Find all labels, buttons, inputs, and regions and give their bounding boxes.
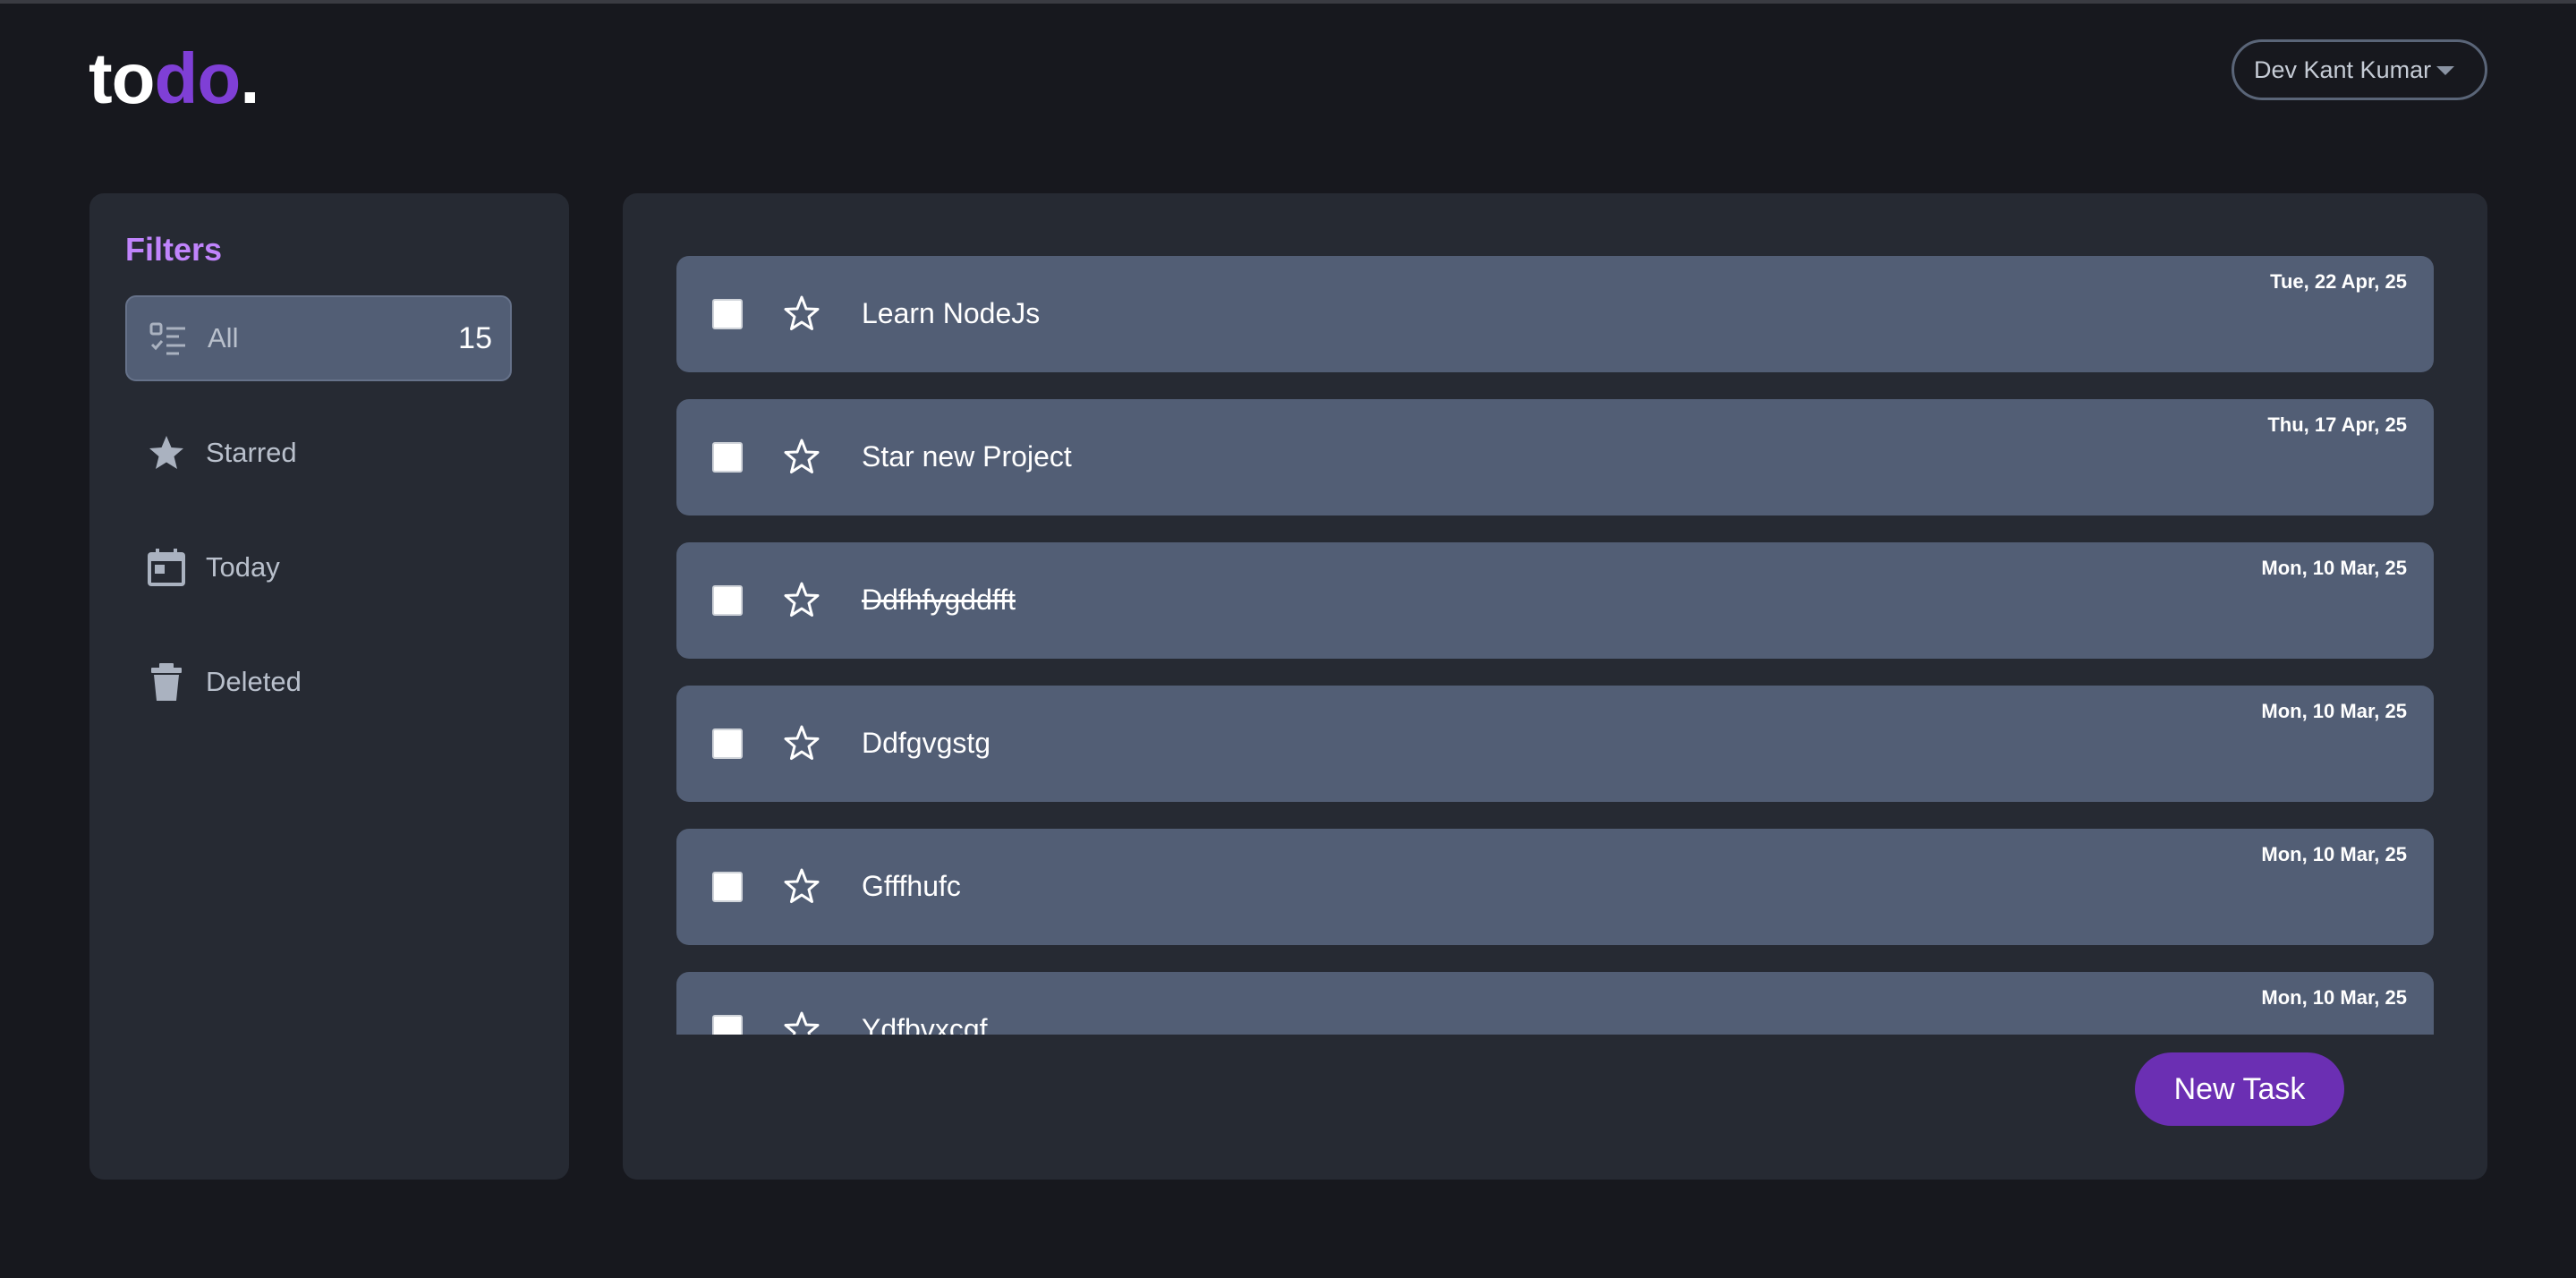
task-date: Thu, 17 Apr, 25 — [2267, 413, 2407, 436]
star-outline-icon[interactable] — [782, 294, 821, 333]
star-outline-icon[interactable] — [782, 723, 821, 763]
task-item[interactable]: Learn NodeJs Tue, 22 Apr, 25 — [676, 256, 2434, 372]
filter-all[interactable]: All 15 — [125, 295, 512, 381]
task-title: Ydfbvxcgf — [862, 1013, 988, 1035]
logo-text-do: do — [154, 38, 242, 118]
star-outline-icon[interactable] — [782, 866, 821, 906]
tasks-panel: Learn NodeJs Tue, 22 Apr, 25 Star new Pr… — [623, 193, 2487, 1180]
task-title: Star new Project — [862, 440, 1072, 473]
task-date: Mon, 10 Mar, 25 — [2261, 700, 2407, 722]
filter-all-label: All — [208, 322, 239, 354]
filter-deleted-label: Deleted — [206, 666, 302, 697]
user-name: Dev Kant Kumar — [2254, 55, 2432, 83]
task-date: Tue, 22 Apr, 25 — [2270, 270, 2407, 293]
filter-deleted[interactable]: Deleted — [125, 639, 512, 725]
user-menu-dropdown[interactable]: Dev Kant Kumar — [2232, 39, 2487, 100]
filter-starred[interactable]: Starred — [125, 410, 512, 496]
task-title: Gfffhufc — [862, 870, 961, 902]
task-item[interactable]: Star new Project Thu, 17 Apr, 25 — [676, 399, 2434, 515]
star-outline-icon[interactable] — [782, 580, 821, 619]
chevron-down-icon — [2436, 66, 2454, 75]
filters-title: Filters — [125, 231, 223, 268]
logo-text-to: to — [89, 38, 156, 118]
task-item[interactable]: Ddfgvgstg Mon, 10 Mar, 25 — [676, 686, 2434, 802]
task-checkbox[interactable] — [712, 299, 743, 329]
star-outline-icon[interactable] — [782, 1010, 821, 1035]
filters-sidebar: Filters All 15 Starred Today Deleted — [89, 193, 569, 1180]
calendar-icon — [148, 549, 185, 586]
task-title-completed: Ddfhfygddfft — [862, 584, 1016, 616]
list-check-icon — [149, 322, 185, 355]
task-checkbox[interactable] — [712, 442, 743, 473]
filter-starred-label: Starred — [206, 437, 297, 468]
filter-today-label: Today — [206, 551, 280, 583]
star-outline-icon[interactable] — [782, 437, 821, 476]
new-task-button[interactable]: New Task — [2135, 1052, 2344, 1126]
task-date: Mon, 10 Mar, 25 — [2261, 843, 2407, 865]
trash-icon — [151, 663, 182, 701]
filter-today[interactable]: Today — [125, 524, 512, 610]
logo-dot: . — [240, 38, 259, 118]
task-date: Mon, 10 Mar, 25 — [2261, 557, 2407, 579]
task-list[interactable]: Learn NodeJs Tue, 22 Apr, 25 Star new Pr… — [676, 256, 2434, 1035]
window-top-border — [0, 0, 2576, 4]
task-title: Learn NodeJs — [862, 297, 1041, 329]
task-item[interactable]: Ydfbvxcgf Mon, 10 Mar, 25 — [676, 972, 2434, 1035]
task-checkbox[interactable] — [712, 728, 743, 759]
app-logo: todo. — [89, 39, 259, 118]
task-checkbox[interactable] — [712, 585, 743, 616]
task-checkbox[interactable] — [712, 1015, 743, 1035]
task-checkbox[interactable] — [712, 872, 743, 902]
filter-all-count: 15 — [458, 320, 492, 355]
task-title: Ddfgvgstg — [862, 727, 991, 759]
task-item[interactable]: Ddfhfygddfft Mon, 10 Mar, 25 — [676, 542, 2434, 659]
task-date: Mon, 10 Mar, 25 — [2261, 986, 2407, 1009]
task-item[interactable]: Gfffhufc Mon, 10 Mar, 25 — [676, 829, 2434, 945]
star-icon — [149, 436, 183, 469]
